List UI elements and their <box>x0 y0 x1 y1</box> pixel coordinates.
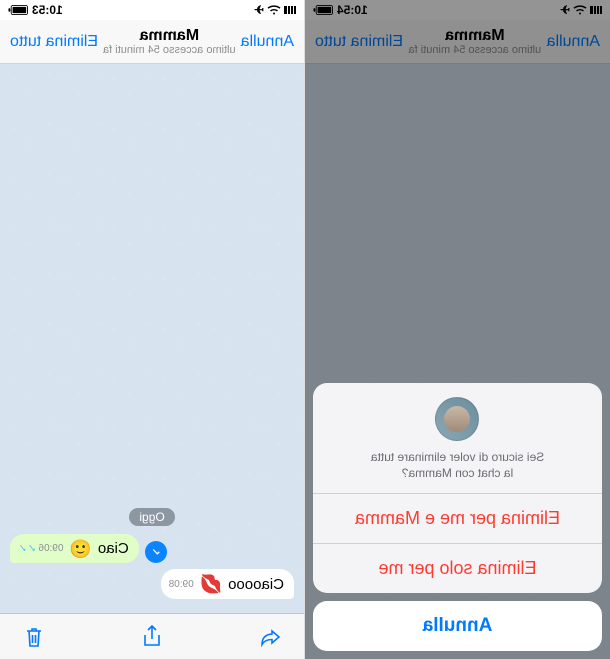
sheet-header: Sei sicuro di voler eliminare tutta la c… <box>313 383 602 493</box>
sheet-message-line1: Sei sicuro di voler eliminare tutta <box>371 450 544 464</box>
selection-check-icon[interactable] <box>145 541 167 563</box>
delete-for-both-button[interactable]: Elimina per me e Mamma <box>313 493 602 543</box>
phone-right: ✈︎ 10:53 Annulla Mamma ultimo accesso 54… <box>0 0 305 659</box>
status-time: 10:53 <box>32 3 63 17</box>
message-time: 09:08 <box>169 579 194 591</box>
reply-icon[interactable] <box>258 625 282 649</box>
signal-icon <box>284 6 296 14</box>
status-bar: ✈︎ 10:53 <box>0 0 304 20</box>
delete-for-me-button[interactable]: Elimina solo per me <box>313 543 602 593</box>
message-row-in[interactable]: Ciaoooo 💋 09:08 <box>10 569 294 599</box>
selection-toolbar <box>0 613 304 659</box>
sheet-cancel-button[interactable]: Annulla <box>313 601 602 651</box>
chat-header: Annulla Mamma ultimo accesso 54 minuti f… <box>0 20 304 64</box>
message-bubble-out[interactable]: Ciao 🙂 09:06 ✓✓ <box>10 534 139 564</box>
delete-all-button[interactable]: Elimina tutto <box>10 33 98 51</box>
chat-subtitle: ultimo accesso 54 minuti fa <box>103 44 236 56</box>
read-ticks-icon: ✓✓ <box>18 543 36 556</box>
airplane-icon: ✈︎ <box>254 3 264 17</box>
message-bubble-in[interactable]: Ciaoooo 💋 09:08 <box>161 569 294 599</box>
date-separator: Oggi <box>129 508 174 526</box>
wifi-icon <box>267 5 281 15</box>
avatar <box>436 397 480 441</box>
trash-icon[interactable] <box>22 625 46 649</box>
emoji-kiss-icon: 💋 <box>200 574 222 595</box>
phone-left: ✈︎ 10:54 Annulla Mamma ultimo accesso 54… <box>305 0 610 659</box>
sheet-message-line2: la chat con Mamma? <box>402 466 513 480</box>
message-text: Ciaoooo <box>228 576 284 593</box>
cancel-button[interactable]: Annulla <box>241 33 294 51</box>
chat-area: Oggi Ciao 🙂 09:06 ✓✓ Ciaoooo 💋 <box>0 64 304 613</box>
chat-title: Mamma <box>103 27 236 45</box>
share-icon[interactable] <box>140 625 164 649</box>
emoji-smile-icon: 🙂 <box>69 539 91 560</box>
action-sheet: Sei sicuro di voler eliminare tutta la c… <box>313 383 602 651</box>
battery-icon <box>8 5 28 15</box>
message-row-out[interactable]: Ciao 🙂 09:06 ✓✓ <box>10 534 294 564</box>
message-text: Ciao <box>98 540 129 557</box>
message-time: 09:06 <box>38 543 63 555</box>
